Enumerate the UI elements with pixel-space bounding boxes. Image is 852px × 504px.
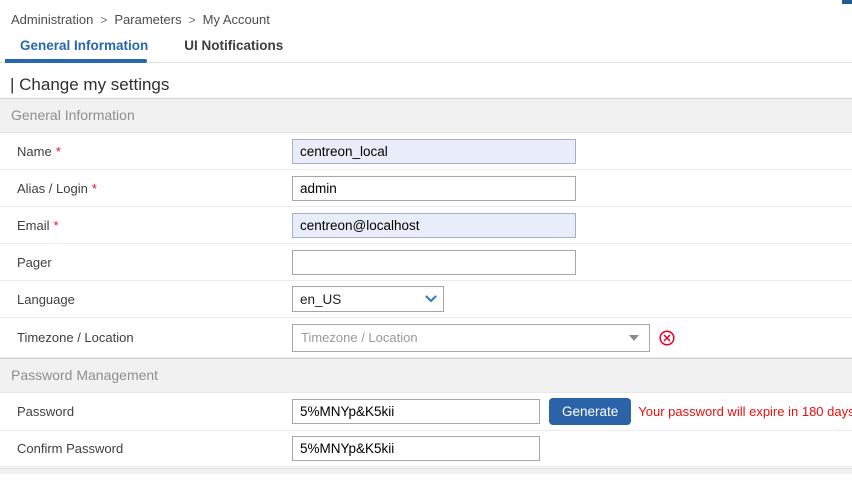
timezone-label-text: Timezone / Location <box>17 330 134 345</box>
name-label: Name * <box>0 144 292 159</box>
email-label-text: Email <box>17 218 50 233</box>
form-row-name: Name * <box>0 133 852 170</box>
form-row-alias-login: Alias / Login * <box>0 170 852 207</box>
breadcrumb-administration[interactable]: Administration <box>11 12 93 27</box>
bottom-divider <box>0 468 852 474</box>
timezone-combobox[interactable]: Timezone / Location <box>292 324 650 352</box>
form-row-confirm-password: Confirm Password <box>0 431 852 467</box>
language-select[interactable]: en_US <box>292 286 444 312</box>
generate-password-button[interactable]: Generate <box>549 398 631 425</box>
alias-login-label-text: Alias / Login <box>17 181 88 196</box>
section-header-password-management: Password Management <box>0 358 852 393</box>
required-asterisk: * <box>54 218 59 233</box>
dropdown-caret-icon <box>629 335 639 341</box>
email-input[interactable] <box>292 213 576 238</box>
form-row-pager: Pager <box>0 244 852 281</box>
password-expire-note: Your password will expire in 180 days. <box>638 404 852 419</box>
email-label: Email * <box>0 218 292 233</box>
required-asterisk: * <box>92 181 97 196</box>
breadcrumb-my-account[interactable]: My Account <box>203 12 270 27</box>
password-label-text: Password <box>17 404 74 419</box>
tab-underline-track <box>0 62 852 67</box>
form-row-language: Language en_US <box>0 281 852 318</box>
language-label-text: Language <box>17 292 75 307</box>
page-title: | Change my settings <box>0 67 852 98</box>
name-label-text: Name <box>17 144 52 159</box>
breadcrumb-separator: > <box>189 13 196 27</box>
confirm-password-label: Confirm Password <box>0 441 292 456</box>
password-label: Password <box>0 404 292 419</box>
confirm-password-label-text: Confirm Password <box>17 441 123 456</box>
top-right-accent <box>842 0 852 4</box>
my-account-page: Administration > Parameters > My Account Gen… <box>0 0 852 504</box>
active-tab-indicator <box>5 59 147 63</box>
timezone-placeholder: Timezone / Location <box>301 330 418 345</box>
my-account-form: General Information Name * Alias / Login *… <box>0 98 852 474</box>
form-row-email: Email * <box>0 207 852 244</box>
tab-bar: General Information UI Notifications <box>0 33 852 59</box>
tab-general-information[interactable]: General Information <box>20 38 148 59</box>
section-header-general-information: General Information <box>0 98 852 133</box>
confirm-password-input[interactable] <box>292 436 540 461</box>
pager-input[interactable] <box>292 250 576 275</box>
clear-timezone-icon[interactable] <box>659 330 675 346</box>
language-label: Language <box>0 292 292 307</box>
password-input[interactable] <box>292 399 540 424</box>
chevron-down-icon <box>425 295 437 303</box>
timezone-label: Timezone / Location <box>0 330 292 345</box>
language-selected-value: en_US <box>300 292 341 307</box>
alias-login-input[interactable] <box>292 176 576 201</box>
name-input[interactable] <box>292 139 576 164</box>
form-row-timezone: Timezone / Location Timezone / Location <box>0 318 852 358</box>
form-row-password: Password Generate Your password will exp… <box>0 393 852 431</box>
required-asterisk: * <box>56 144 61 159</box>
pager-label: Pager <box>0 255 292 270</box>
tab-ui-notifications[interactable]: UI Notifications <box>184 38 283 59</box>
breadcrumb-parameters[interactable]: Parameters <box>114 12 181 27</box>
alias-login-label: Alias / Login * <box>0 181 292 196</box>
breadcrumb-separator: > <box>100 13 107 27</box>
pager-label-text: Pager <box>17 255 52 270</box>
breadcrumb: Administration > Parameters > My Account <box>0 0 852 33</box>
